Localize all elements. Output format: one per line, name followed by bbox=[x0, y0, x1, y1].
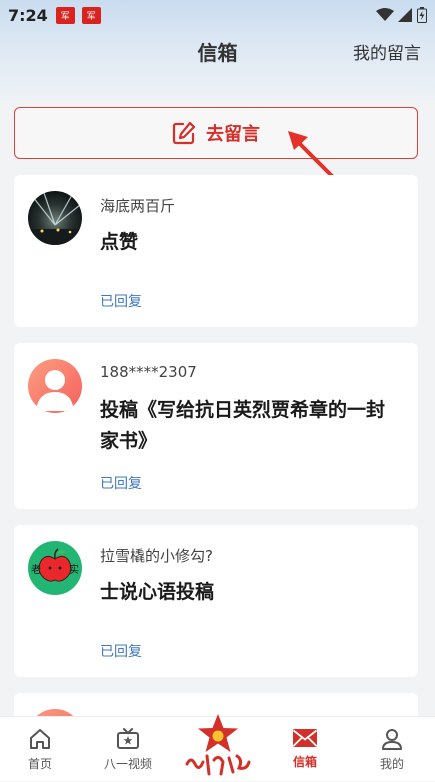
status-time: 7:24 bbox=[8, 5, 48, 25]
tab-label: 首页 bbox=[27, 757, 52, 771]
user-avatar bbox=[28, 359, 82, 413]
reply-status: 已回复 bbox=[100, 644, 142, 660]
message-username: 188****2307 bbox=[100, 363, 197, 381]
message-card[interactable]: 老 实 拉雪橇的小修勾? 士说心语投稿 已回复 bbox=[14, 525, 418, 677]
tab-label: 我的 bbox=[379, 757, 404, 771]
reply-status: 已回复 bbox=[100, 294, 142, 310]
tab-label: 八一视频 bbox=[103, 757, 152, 771]
avatar-text: 实 bbox=[69, 565, 79, 576]
person-icon bbox=[382, 729, 402, 750]
pla-daily-logo-button[interactable] bbox=[181, 712, 255, 778]
page-title: 信箱 bbox=[197, 40, 238, 65]
tab-mailbox[interactable]: 信箱 bbox=[275, 727, 335, 770]
red-star-logo-icon bbox=[185, 714, 251, 776]
tab-profile[interactable]: 我的 bbox=[362, 727, 422, 772]
message-username: 拉雪橇的小修勾? bbox=[100, 547, 213, 565]
status-bar: 7:24 军 军 bbox=[0, 0, 435, 30]
message-content: 点赞 bbox=[100, 231, 139, 253]
edit-icon bbox=[172, 121, 196, 145]
tab-label: 信箱 bbox=[292, 755, 317, 769]
user-avatar: 老 实 bbox=[28, 541, 82, 595]
battery-icon bbox=[417, 7, 427, 23]
app-header: 信箱 我的留言 bbox=[0, 30, 435, 72]
message-content: 投稿《写给抗日英烈贾希章的一封家书》 bbox=[100, 399, 386, 452]
message-username: 海底两百斤 bbox=[100, 197, 176, 215]
home-icon bbox=[30, 729, 50, 749]
message-card[interactable]: 海底两百斤 点赞 已回复 bbox=[14, 175, 418, 327]
message-content: 士说心语投稿 bbox=[100, 581, 215, 603]
tab-home[interactable]: 首页 bbox=[10, 727, 70, 772]
leave-message-button[interactable]: 去留言 bbox=[14, 107, 418, 159]
tv-star-icon bbox=[117, 728, 139, 749]
mail-icon bbox=[292, 729, 318, 747]
wifi-icon bbox=[376, 8, 394, 21]
leave-message-label: 去留言 bbox=[206, 124, 260, 145]
avatar-text: 老 bbox=[31, 565, 41, 576]
notification-app-icon: 军 bbox=[55, 6, 75, 24]
my-messages-link[interactable]: 我的留言 bbox=[353, 39, 421, 64]
reply-status: 已回复 bbox=[100, 476, 142, 492]
signal-icon bbox=[398, 8, 412, 22]
message-card[interactable]: 188****2307 投稿《写给抗日英烈贾希章的一封家书》 已回复 bbox=[14, 343, 418, 509]
notification-app-icon: 军 bbox=[81, 6, 101, 24]
user-avatar bbox=[28, 191, 82, 245]
tab-video[interactable]: 八一视频 bbox=[98, 727, 158, 772]
